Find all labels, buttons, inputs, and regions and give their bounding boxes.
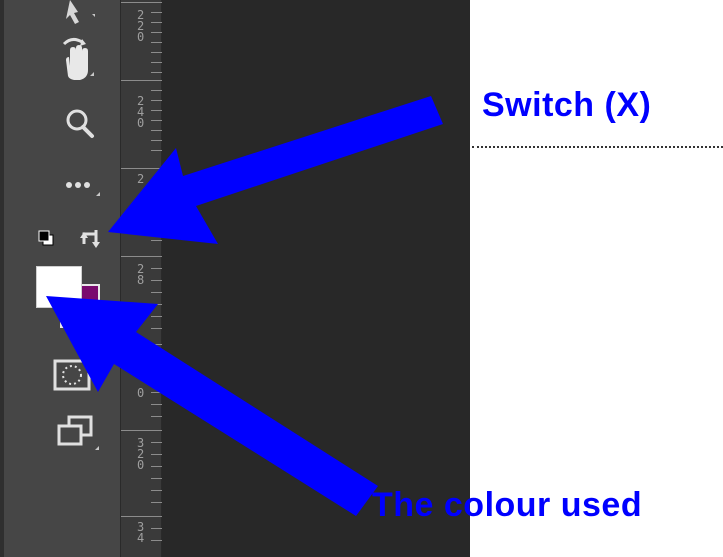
annotation-arrows [46, 96, 443, 516]
colour-annotation-label: The colour used [372, 486, 643, 524]
colour-arrow-icon [46, 296, 378, 516]
switch-arrow-icon [108, 96, 443, 244]
